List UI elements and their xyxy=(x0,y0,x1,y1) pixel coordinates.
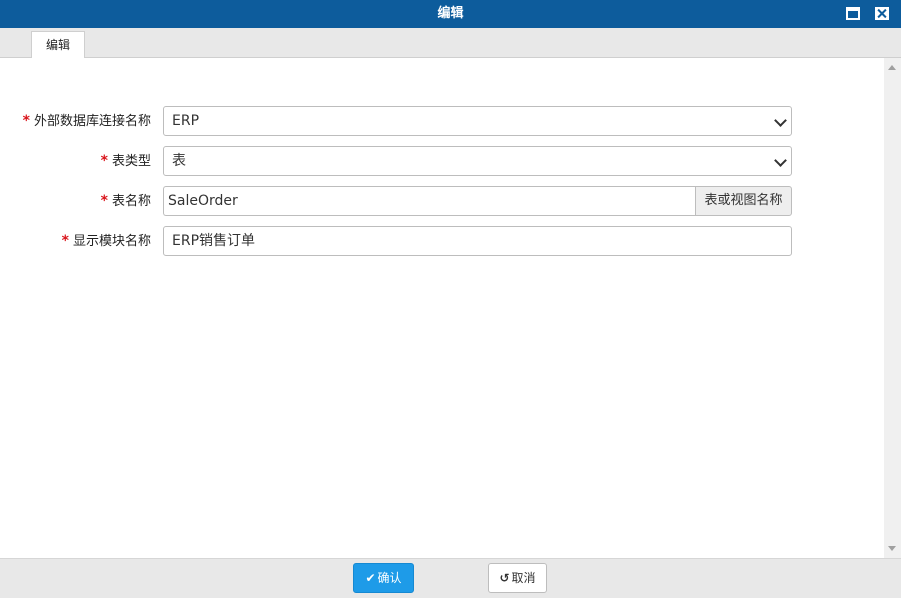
window-titlebar: 编辑 xyxy=(0,0,901,28)
table-type-select[interactable]: 表 xyxy=(163,146,792,176)
undo-icon: ↺ xyxy=(499,564,509,592)
form-row-db-connection: *外部数据库连接名称 ERP xyxy=(0,106,884,136)
vertical-scrollbar[interactable] xyxy=(884,58,901,558)
cancel-button[interactable]: ↺取消 xyxy=(488,563,547,593)
chevron-down-icon xyxy=(774,114,787,127)
db-connection-value: ERP xyxy=(172,113,199,129)
confirm-button[interactable]: ✔确认 xyxy=(353,563,414,593)
tab-bar: 编辑 xyxy=(0,28,901,58)
table-type-label: *表类型 xyxy=(0,146,151,176)
confirm-label: 确认 xyxy=(378,571,402,585)
module-name-label: *显示模块名称 xyxy=(0,226,151,256)
maximize-icon xyxy=(846,7,860,20)
cancel-label: 取消 xyxy=(512,571,536,585)
close-icon xyxy=(875,7,889,20)
required-mark: * xyxy=(101,153,108,169)
db-connection-label: *外部数据库连接名称 xyxy=(0,106,151,136)
table-type-value: 表 xyxy=(172,153,186,169)
tab-edit[interactable]: 编辑 xyxy=(31,31,85,59)
scroll-down-icon[interactable] xyxy=(888,546,896,551)
form-content: *外部数据库连接名称 ERP *表类型 表 *表名称 SaleOrder 表或视… xyxy=(0,58,884,558)
maximize-button[interactable] xyxy=(846,7,860,20)
chevron-down-icon xyxy=(774,154,787,167)
form-row-table-name: *表名称 SaleOrder 表或视图名称 xyxy=(0,186,884,216)
check-icon: ✔ xyxy=(365,564,375,592)
table-name-label: *表名称 xyxy=(0,186,151,216)
table-name-group: SaleOrder 表或视图名称 xyxy=(163,186,792,216)
form-row-table-type: *表类型 表 xyxy=(0,146,884,176)
table-name-addon: 表或视图名称 xyxy=(695,186,792,216)
db-connection-select[interactable]: ERP xyxy=(163,106,792,136)
scroll-up-icon[interactable] xyxy=(888,65,896,70)
close-button[interactable] xyxy=(875,7,889,20)
required-mark: * xyxy=(101,193,108,209)
dialog-footer: ✔确认 ↺取消 xyxy=(0,558,901,598)
required-mark: * xyxy=(23,113,30,129)
table-name-input[interactable]: SaleOrder xyxy=(163,186,695,216)
module-name-input[interactable]: ERP销售订单 xyxy=(163,226,792,256)
window-title: 编辑 xyxy=(0,0,901,28)
form-row-module-name: *显示模块名称 ERP销售订单 xyxy=(0,226,884,256)
required-mark: * xyxy=(62,233,69,249)
